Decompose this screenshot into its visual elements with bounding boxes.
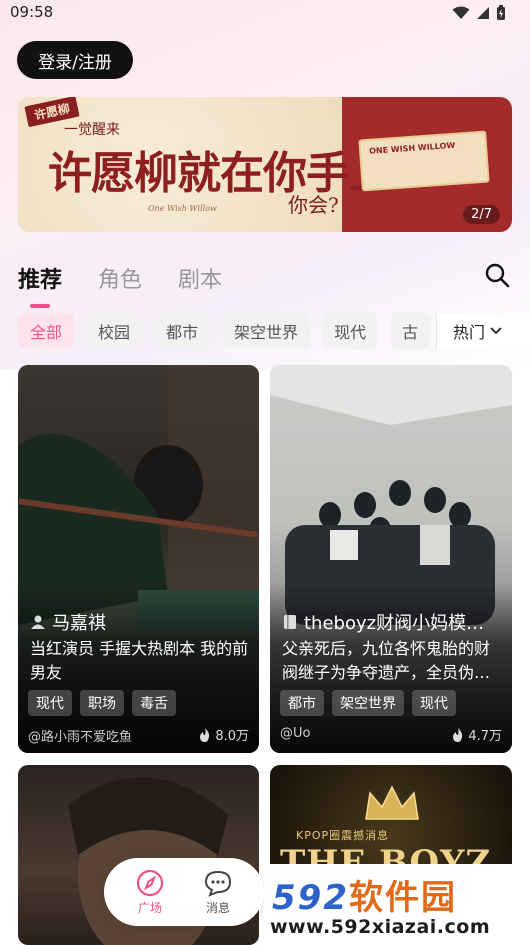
status-icons — [452, 5, 506, 21]
card-author: @Uo — [280, 726, 311, 741]
tab-scripts[interactable]: 剧本 — [178, 262, 222, 294]
story-card[interactable]: theboyz财阀小妈模… 父亲死后，九位各怀鬼胎的财阀继子为争夺遗产，全员伪…… — [270, 365, 512, 753]
watermark-url: www.592xiazai.com — [270, 916, 491, 938]
nav-label: 消息 — [205, 900, 230, 915]
card-heat-value: 8.0万 — [215, 729, 249, 744]
banner-subtitle: 一觉醒来 — [64, 122, 120, 138]
tab-label: 角色 — [98, 268, 143, 293]
card-title-text: theboyz财阀小妈模… — [304, 613, 485, 634]
filter-chip-urban[interactable]: 都市 — [154, 313, 211, 349]
card-tag: 毒舌 — [132, 690, 176, 716]
banner-page-counter: 2/7 — [463, 205, 500, 224]
banner-question: 你会? — [288, 193, 339, 217]
banner-signature: One Wish Willow — [148, 204, 217, 213]
login-register-button[interactable]: 登录/注册 — [17, 41, 133, 79]
fire-icon — [453, 727, 463, 742]
card-description: 父亲死后，九位各怀鬼胎的财阀继子为争夺遗产，全员伪… — [282, 639, 491, 682]
tab-label: 剧本 — [178, 268, 223, 293]
filter-chip-all[interactable]: 全部 — [18, 313, 75, 349]
compass-icon — [136, 869, 164, 896]
banner-title: 许愿柳就在你手上 — [48, 148, 393, 199]
sort-dropdown[interactable]: 热门 — [436, 313, 530, 349]
story-card[interactable]: 马嘉祺 当红演员 手握大热剧本 我的前男友 现代 职场 毒舌 @路小雨不爱吃鱼 … — [18, 365, 259, 753]
card-heat-value: 4.7万 — [468, 729, 502, 744]
wifi-icon — [452, 6, 470, 19]
chevron-down-icon — [490, 327, 502, 335]
card-tag: 职场 — [80, 690, 124, 716]
card-title: theboyz财阀小妈模… — [282, 609, 484, 635]
book-icon — [284, 615, 296, 629]
watermark-chinese: 软件园 — [348, 878, 457, 918]
nav-label: 广场 — [137, 900, 162, 915]
filter-chip-campus[interactable]: 校园 — [86, 313, 143, 349]
signal-icon — [477, 7, 489, 19]
promo-banner[interactable]: 许愿柳 一觉醒来 许愿柳就在你手上 One Wish Willow 你会? ON… — [18, 97, 512, 232]
filter-chip-ancient[interactable]: 古 — [390, 313, 431, 349]
filter-chip-modern[interactable]: 现代 — [322, 313, 379, 349]
banner-ticket-text: ONE WISH WILLOW — [368, 140, 456, 156]
watermark-brand: 592软件园 — [272, 870, 457, 919]
tab-recommend[interactable]: 推荐 — [18, 262, 63, 308]
fire-icon — [200, 727, 210, 742]
filter-chip-fantasy-world[interactable]: 架空世界 — [222, 313, 311, 349]
sort-label: 热门 — [453, 323, 486, 342]
status-time: 09:58 — [10, 3, 54, 21]
chat-bubble-icon — [204, 870, 232, 897]
card-author: @路小雨不爱吃鱼 — [28, 730, 133, 745]
card-description: 当红演员 手握大热剧本 我的前男友 — [30, 639, 249, 682]
status-bar: 09:58 — [0, 0, 530, 26]
card-tag: 都市 — [280, 690, 324, 716]
banner-ticket: ONE WISH WILLOW — [358, 130, 490, 192]
card-heat: 4.7万 — [452, 725, 502, 744]
site-watermark: 592软件园 www.592xiazai.com — [264, 864, 530, 945]
card-heat: 8.0万 — [199, 725, 249, 744]
tab-label: 推荐 — [18, 268, 63, 293]
battery-icon — [497, 5, 505, 20]
search-icon[interactable] — [484, 262, 510, 288]
category-tabs: 推荐 角色 剧本 — [18, 262, 222, 308]
nav-messages[interactable]: 消息 — [204, 869, 232, 916]
card-tag: 架空世界 — [332, 690, 404, 716]
card-title: 马嘉祺 — [30, 609, 106, 635]
card-tag: 现代 — [412, 690, 456, 716]
nav-square[interactable]: 广场 — [136, 869, 164, 916]
bottom-navigation: 广场 消息 — [104, 858, 264, 926]
watermark-number: 592 — [272, 878, 349, 918]
card-cover-title: KPOP圈震撼消息 — [296, 829, 390, 842]
crown-icon — [365, 785, 419, 820]
card-title-text: 马嘉祺 — [52, 613, 106, 634]
tab-active-indicator — [30, 304, 50, 308]
card-tag: 现代 — [28, 690, 72, 716]
card-tags: 现代 职场 毒舌 — [28, 690, 176, 716]
tab-characters[interactable]: 角色 — [98, 262, 142, 294]
card-tags: 都市 架空世界 现代 — [280, 690, 456, 716]
person-icon — [31, 615, 45, 629]
